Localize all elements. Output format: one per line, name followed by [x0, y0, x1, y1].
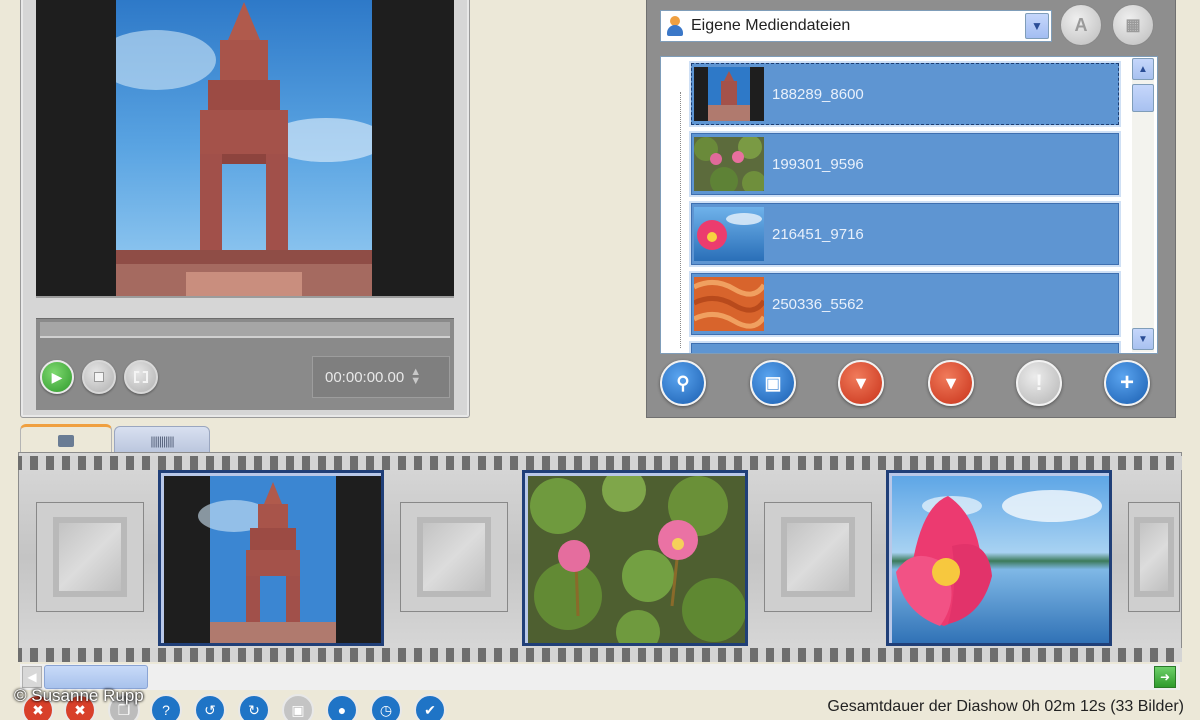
media-item-label: 188289_8600: [772, 85, 864, 103]
media-item[interactable]: 216451_9716: [689, 201, 1121, 267]
time-value: 00:00:00.00: [325, 368, 405, 386]
tool-timer-button[interactable]: ◷: [370, 694, 402, 720]
insert-icon: ▼: [852, 372, 870, 393]
fullscreen-icon: [134, 371, 148, 383]
media-item-label: 250336_5562: [772, 295, 864, 313]
transition-icon: [781, 517, 855, 597]
fullscreen-button[interactable]: [124, 360, 158, 394]
film-sprocket-top: [18, 456, 1182, 470]
scroll-down-button[interactable]: ▼: [1132, 328, 1154, 350]
slideshow-duration-status: Gesamtdauer der Diashow 0h 02m 12s (33 B…: [827, 698, 1184, 715]
transition-icon: [1134, 517, 1174, 597]
rotate-left-icon: ↺: [204, 701, 216, 718]
media-item[interactable]: 250336_5562: [689, 271, 1121, 337]
stopwatch-icon: ◷: [379, 701, 393, 718]
transition-icon: [53, 517, 127, 597]
media-search-button[interactable]: ⚲: [660, 360, 706, 406]
media-list-scrollbar[interactable]: ▲ ▼: [1132, 58, 1154, 352]
tree-connector: [680, 92, 681, 348]
question-icon: ?: [162, 702, 170, 718]
spin-down-icon: ▼: [410, 375, 422, 387]
media-thumbnail: [694, 137, 764, 191]
tool-check-button[interactable]: ✔: [414, 694, 446, 720]
rotate-right-icon: ↻: [248, 701, 260, 718]
microphone-icon: ●: [337, 702, 347, 718]
media-item[interactable]: 199301_9596: [689, 131, 1121, 197]
tool-help-button[interactable]: ?: [150, 694, 182, 720]
import-icon: ▣: [764, 372, 782, 393]
media-source-select[interactable]: Eigene Mediendateien ▼: [660, 10, 1052, 42]
copyright-watermark: © Susanne Rupp: [14, 686, 144, 705]
insert-all-icon: ▼: [942, 372, 960, 393]
floppy-icon: ▣: [291, 701, 305, 718]
chevron-down-icon: ▼: [1138, 333, 1148, 345]
transition-slot[interactable]: [1128, 502, 1180, 612]
storyboard-frame[interactable]: [522, 470, 748, 646]
camera-icon: [58, 434, 74, 447]
storyboard-frame[interactable]: [158, 470, 384, 646]
view-grid-button[interactable]: ▦: [1112, 4, 1154, 46]
scroll-up-button[interactable]: ▲: [1132, 58, 1154, 80]
sort-alpha-button[interactable]: A: [1060, 4, 1102, 46]
film-sprocket-bottom: [18, 648, 1182, 662]
alpha-icon: A: [1074, 14, 1088, 35]
info-button[interactable]: !: [1016, 360, 1062, 406]
transition-icon: [417, 517, 491, 597]
arrow-left-icon: ◀: [27, 670, 37, 684]
storyboard-frame[interactable]: [886, 470, 1112, 646]
media-item[interactable]: 188289_8600: [689, 61, 1121, 127]
tool-save-button[interactable]: ▣: [282, 694, 314, 720]
chevron-down-icon[interactable]: ▼: [1025, 13, 1049, 39]
time-display: 00:00:00.00 ▲ ▼: [312, 356, 450, 398]
play-button[interactable]: ▶: [40, 360, 74, 394]
scroll-right-button[interactable]: ➜: [1154, 666, 1176, 688]
check-icon: ✔: [424, 701, 436, 718]
import-button[interactable]: ▣: [750, 360, 796, 406]
tool-microphone-button[interactable]: ●: [326, 694, 358, 720]
tool-rotate-left-button[interactable]: ↺: [194, 694, 226, 720]
media-item-label: 199301_9596: [772, 155, 864, 173]
grid-icon: ▦: [1125, 17, 1141, 34]
media-source-label: Eigene Mediendateien: [691, 17, 851, 34]
preview-image: [116, 0, 372, 296]
tool-rotate-right-button[interactable]: ↻: [238, 694, 270, 720]
transition-slot[interactable]: [36, 502, 144, 612]
scroll-left-button[interactable]: ◀: [22, 666, 42, 688]
tab-images[interactable]: [20, 424, 112, 454]
media-item-label: 216451_9716: [772, 225, 864, 243]
stop-icon: [94, 372, 104, 382]
add-to-show-button[interactable]: ▼: [838, 360, 884, 406]
media-list: 188289_8600 199301_9596 216451_9716 2503…: [660, 56, 1158, 354]
storyboard-scrollbar[interactable]: [20, 664, 1180, 690]
user-icon: [667, 16, 683, 36]
exclamation-icon: !: [1035, 370, 1043, 395]
magnifier-icon: ⚲: [676, 372, 690, 393]
media-item[interactable]: [689, 341, 1121, 353]
stop-button[interactable]: [82, 360, 116, 394]
scroll-thumb[interactable]: [1132, 84, 1154, 112]
add-all-button[interactable]: ▼: [928, 360, 974, 406]
time-spinner[interactable]: ▲ ▼: [410, 367, 422, 387]
progress-slider[interactable]: [40, 322, 450, 338]
add-button[interactable]: +: [1104, 360, 1150, 406]
waveform-icon: |||||||||||: [150, 434, 174, 448]
transition-slot[interactable]: [764, 502, 872, 612]
media-thumbnail: [694, 277, 764, 331]
chevron-up-icon: ▲: [1138, 63, 1148, 75]
play-icon: ▶: [51, 368, 63, 385]
arrow-right-icon: ➜: [1159, 670, 1171, 684]
media-thumbnail: [694, 67, 764, 121]
plus-icon: +: [1119, 369, 1134, 396]
media-thumbnail: [694, 207, 764, 261]
transition-slot[interactable]: [400, 502, 508, 612]
